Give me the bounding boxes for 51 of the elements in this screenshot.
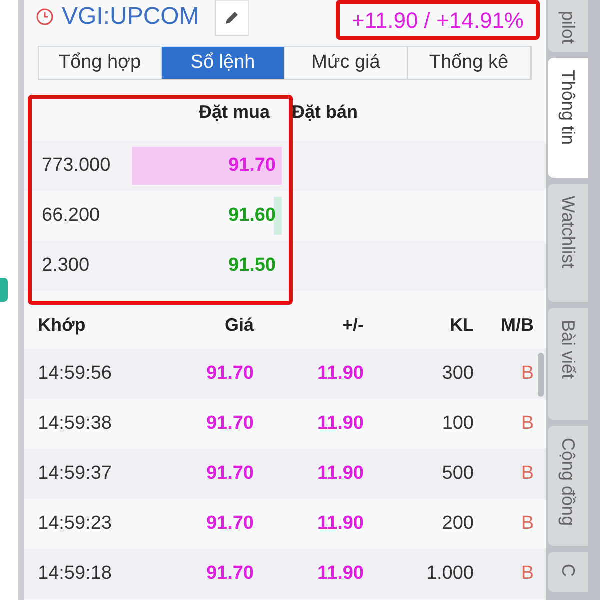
clock-icon [36,8,54,26]
table-cell-text: 2.300 [41,254,91,278]
table-cell-text: B [520,462,534,486]
table-cell-text: 14:59:18 [37,562,113,586]
table-cell-text: 91.70 [205,512,254,536]
table-cell-text: 14:59:56 [37,362,113,386]
table-cell-text: 14:59:23 [37,512,113,536]
tab[interactable]: Sổ lệnh [162,47,285,79]
column-header: Giá [224,314,254,336]
table-cell-text: 11.90 [316,412,364,436]
column-header: +/- [341,314,364,336]
table-cell-text: 773.000 [41,154,112,178]
table-cell-text: 91.70 [205,562,254,586]
table-cell-text: B [520,362,534,386]
table-cell-text: 11.90 [316,362,364,386]
side-tab[interactable]: pilot [548,0,588,52]
price-change: +11.90 / +14.91% [352,6,524,34]
column-header: Khớp [37,314,87,337]
table-cell-text: 100 [441,412,474,436]
table-cell-text: 200 [441,512,474,536]
column-header: M/B [500,314,534,336]
table-cell-text: B [520,562,534,586]
table-cell-text: 91.70 [205,462,254,486]
table-cell-text: 91.70 [205,412,254,436]
table-cell-text: 11.90 [316,462,364,486]
column-header: KL [449,314,474,336]
table-cell-text: 11.90 [316,562,364,586]
table-cell-text: B [520,412,534,436]
table-cell-text: 91.70 [228,154,277,178]
table-cell-text: 300 [441,362,474,386]
side-tab[interactable]: Watchlist [548,184,588,302]
side-tab[interactable]: Cộng đồng [548,426,588,546]
status-tag [0,278,8,302]
symbol-label: VGI:UPCOM [62,2,200,32]
table-cell-text: 1.000 [425,562,474,586]
table-cell-text: 14:59:37 [37,462,113,486]
table-cell-text: 91.70 [205,362,254,386]
table-cell-text: B [520,512,534,536]
column-header: Đặt bán [291,100,358,124]
table-cell-text: 14:59:38 [37,412,113,436]
table-cell-text: 91.60 [228,204,277,228]
side-tab[interactable]: C [548,552,588,592]
table-cell-text: 500 [441,462,474,486]
column-header: Đặt mua [198,100,272,124]
scrollbar-thumb[interactable] [538,353,544,397]
side-tab[interactable]: Thông tin [548,58,588,178]
table-cell-text: 91.50 [228,254,277,278]
table-cell-text: 11.90 [316,512,364,536]
side-tab[interactable]: Bài viết [548,308,588,420]
table-cell-text: 66.200 [41,204,102,228]
edit-button[interactable] [215,0,250,36]
